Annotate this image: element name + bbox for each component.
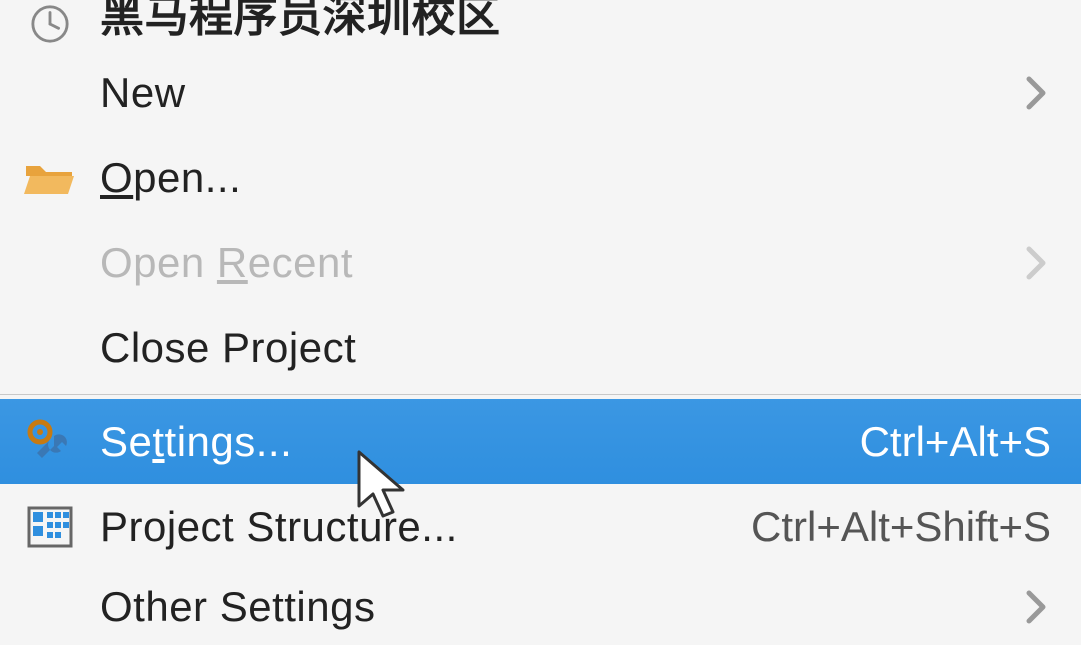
menu-item-new[interactable]: New	[0, 50, 1081, 135]
chevron-right-icon	[1021, 245, 1051, 281]
menu-item-label: Open...	[100, 154, 241, 202]
menu-separator	[0, 394, 1081, 395]
menu-item-other-settings[interactable]: Other Settings	[0, 569, 1081, 644]
chevron-right-icon	[1021, 75, 1051, 111]
menu-item-label: Close Project	[100, 324, 356, 372]
menu-item-open[interactable]: Open...	[0, 135, 1081, 220]
menu-item-shortcut: Ctrl+Alt+Shift+S	[751, 503, 1051, 551]
project-structure-icon	[0, 504, 100, 550]
menu-item-label: Other Settings	[100, 583, 375, 631]
menu-item-close-project[interactable]: Close Project	[0, 305, 1081, 390]
menu-item-shortcut: Ctrl+Alt+S	[860, 418, 1051, 466]
menu-item-label: New	[100, 69, 186, 117]
menu-item-label: Open Recent	[100, 239, 353, 287]
menu-item-settings[interactable]: Settings... Ctrl+Alt+S	[0, 399, 1081, 484]
menu-item-project-title[interactable]: 黑马程序员深圳校区	[0, 0, 1081, 50]
menu-item-label: Settings...	[100, 418, 292, 466]
chevron-right-icon	[1021, 589, 1051, 625]
menu-item-project-structure[interactable]: Project Structure... Ctrl+Alt+Shift+S	[0, 484, 1081, 569]
menu-item-open-recent: Open Recent	[0, 220, 1081, 305]
file-menu: 黑马程序员深圳校区 New Open... Open Recent	[0, 0, 1081, 644]
project-title-label: 黑马程序员深圳校区	[100, 0, 501, 44]
clock-icon	[0, 4, 100, 44]
gear-wrench-icon	[0, 418, 100, 466]
menu-item-label: Project Structure...	[100, 503, 458, 551]
folder-open-icon	[0, 158, 100, 198]
